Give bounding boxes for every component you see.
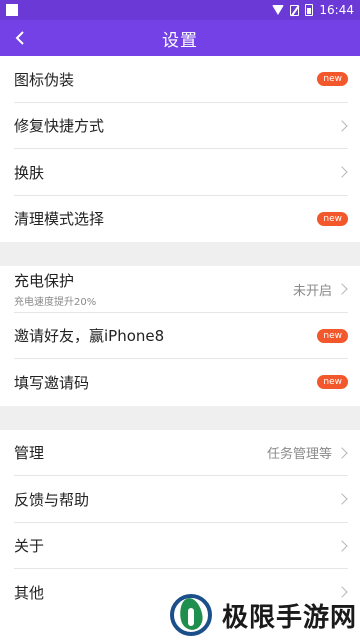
watermark-logo-icon (168, 592, 214, 638)
back-button[interactable] (6, 20, 34, 56)
status-bar: 16:44 (0, 0, 360, 20)
settings-list: 图标伪装 new 修复快捷方式 换肤 清理模式选择 new 充电保护 充电速度提… (0, 56, 360, 616)
setting-clean-mode[interactable]: 清理模式选择 new (0, 195, 360, 242)
chevron-right-icon (336, 166, 348, 178)
section-gap (0, 405, 360, 430)
no-sim-icon (290, 4, 300, 16)
watermark: 极限手游网 (168, 590, 360, 640)
setting-charge-protection[interactable]: 充电保护 充电速度提升20% 未开启 (0, 266, 360, 313)
setting-label: 填写邀请码 (14, 373, 90, 392)
setting-label: 反馈与帮助 (14, 490, 90, 509)
setting-value: 未开启 (292, 283, 332, 299)
setting-manage[interactable]: 管理 任务管理等 (0, 429, 360, 476)
new-badge: new (317, 72, 348, 87)
section-gap (0, 242, 360, 266)
setting-about[interactable]: 关于 (0, 522, 360, 569)
wifi-icon (272, 5, 285, 15)
setting-skin[interactable]: 换肤 (0, 149, 360, 196)
notification-icon (6, 4, 18, 16)
setting-label: 充电保护 (14, 272, 75, 291)
new-badge: new (317, 375, 348, 390)
chevron-right-icon (336, 120, 348, 132)
setting-invite-friends[interactable]: 邀请好友，赢iPhone8 new (0, 312, 360, 359)
setting-label: 修复快捷方式 (14, 117, 105, 136)
setting-label: 清理模式选择 (14, 210, 105, 229)
chevron-left-icon (15, 31, 24, 45)
setting-label: 管理 (14, 444, 45, 463)
setting-invite-code[interactable]: 填写邀请码 new (0, 359, 360, 406)
watermark-text: 极限手游网 (222, 602, 358, 633)
setting-icon-disguise[interactable]: 图标伪装 new (0, 56, 360, 103)
setting-feedback-help[interactable]: 反馈与帮助 (0, 476, 360, 523)
setting-value: 任务管理等 (266, 447, 332, 463)
chevron-right-icon (336, 493, 348, 505)
setting-label: 其他 (14, 583, 45, 602)
chevron-right-icon (336, 540, 348, 552)
setting-label: 换肤 (14, 163, 45, 182)
chevron-right-icon (336, 283, 348, 295)
setting-fix-shortcuts[interactable]: 修复快捷方式 (0, 102, 360, 149)
page-title: 设置 (162, 30, 198, 51)
battery-icon (305, 4, 314, 16)
setting-sublabel: 充电速度提升20% (14, 297, 97, 309)
new-badge: new (317, 211, 348, 226)
new-badge: new (317, 328, 348, 343)
setting-label: 邀请好友，赢iPhone8 (14, 327, 165, 346)
chevron-right-icon (336, 447, 348, 459)
setting-label: 图标伪装 (14, 70, 75, 89)
status-time: 16:44 (319, 3, 354, 17)
setting-label: 关于 (14, 537, 45, 556)
app-bar: 设置 (0, 20, 360, 56)
